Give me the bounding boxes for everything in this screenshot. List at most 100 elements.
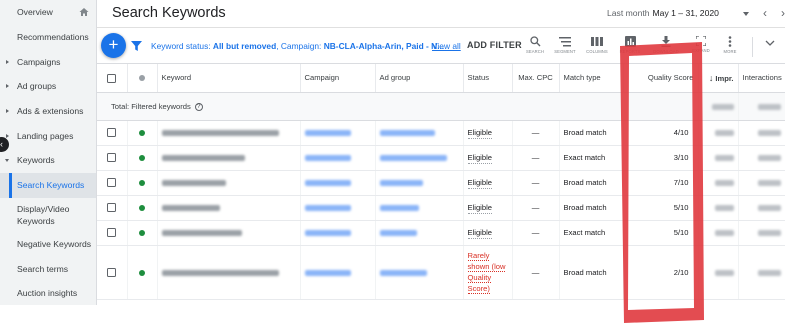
previous-period-icon[interactable]: ‹ xyxy=(763,6,767,20)
keyword-redacted[interactable] xyxy=(161,269,280,276)
column-header-ad-group[interactable]: Ad group xyxy=(375,64,464,93)
campaign-link-redacted[interactable] xyxy=(304,130,351,136)
expand-button[interactable]: EXPAND xyxy=(688,36,714,53)
row-checkbox[interactable] xyxy=(107,153,117,163)
table-row[interactable]: Eligible — Broad match 7/10 xyxy=(97,170,785,196)
row-checkbox[interactable] xyxy=(107,267,117,277)
match-type-value[interactable]: Exact match xyxy=(559,220,624,246)
table-row[interactable]: Rarely shown (low Quality Score) — Broad… xyxy=(97,245,785,300)
match-type-value[interactable]: Broad match xyxy=(559,195,624,221)
max-cpc-value[interactable]: — xyxy=(512,245,560,300)
row-checkbox[interactable] xyxy=(107,228,117,238)
status-dot-icon[interactable] xyxy=(139,75,145,82)
column-header-max-cpc[interactable]: Max. CPC xyxy=(512,64,560,93)
column-header-quality-score[interactable]: Quality Score xyxy=(623,64,699,93)
ad-group-link-redacted[interactable] xyxy=(379,130,435,136)
enabled-status-dot[interactable] xyxy=(139,155,145,161)
column-header-campaign[interactable]: Campaign xyxy=(300,64,376,93)
ad-group-link-redacted[interactable] xyxy=(379,205,419,211)
column-header-match-type[interactable]: Match type xyxy=(559,64,624,93)
match-type-value[interactable]: Broad match xyxy=(559,245,624,300)
segment-label: SEGMENT xyxy=(554,49,576,54)
search-button[interactable]: SEARCH xyxy=(522,36,548,54)
sidebar-item-display-video-keywords[interactable]: Display/Video Keywords xyxy=(0,198,96,232)
select-all-checkbox[interactable] xyxy=(107,73,117,83)
ad-group-link-redacted[interactable] xyxy=(379,180,423,186)
max-cpc-value[interactable]: — xyxy=(512,120,560,146)
ad-group-link-redacted[interactable] xyxy=(379,230,418,236)
column-header-keyword[interactable]: Keyword xyxy=(157,64,301,93)
campaign-link-redacted[interactable] xyxy=(304,155,351,161)
keyword-redacted[interactable] xyxy=(161,155,245,161)
max-cpc-value[interactable]: — xyxy=(512,145,560,171)
keyword-redacted[interactable] xyxy=(161,180,226,186)
sidebar-item-search-terms[interactable]: Search terms xyxy=(0,256,96,281)
more-button[interactable]: MORE xyxy=(717,36,743,54)
max-cpc-value[interactable]: — xyxy=(512,195,560,221)
sidebar-item-search-keywords[interactable]: Search Keywords xyxy=(0,172,96,198)
row-checkbox[interactable] xyxy=(107,203,117,213)
max-cpc-value[interactable]: — xyxy=(512,170,560,196)
sidebar-item-auction-insights[interactable]: Auction insights xyxy=(0,281,96,305)
match-type-value[interactable]: Broad match xyxy=(559,120,624,146)
sidebar-item-overview[interactable]: Overview xyxy=(0,0,96,25)
enabled-status-dot[interactable] xyxy=(139,269,145,276)
sidebar-item-keywords[interactable]: Keywords xyxy=(0,148,96,173)
table-row[interactable]: Eligible — Broad match 5/10 xyxy=(97,195,785,221)
enabled-status-dot[interactable] xyxy=(139,230,145,236)
status-value[interactable]: Eligible xyxy=(467,152,492,164)
column-header-status[interactable]: Status xyxy=(463,64,513,93)
ad-group-link-redacted[interactable] xyxy=(379,155,447,161)
max-cpc-value[interactable]: — xyxy=(512,220,560,246)
sidebar-item-ads-extensions[interactable]: Ads & extensions xyxy=(0,99,96,124)
status-value[interactable]: Eligible xyxy=(467,202,492,214)
sidebar-item-landing-pages[interactable]: Landing pages xyxy=(0,123,96,148)
sort-descending-icon: ↓ xyxy=(708,72,714,83)
status-value[interactable]: Eligible xyxy=(467,177,492,189)
table-row[interactable]: Eligible — Exact match 3/10 xyxy=(97,145,785,171)
column-header-impr[interactable]: ↓ Impr. xyxy=(698,64,739,93)
add-keyword-button[interactable]: + xyxy=(101,33,126,58)
campaign-link-redacted[interactable] xyxy=(304,180,351,186)
view-all-filters-link[interactable]: View all xyxy=(432,41,461,51)
campaign-link-redacted[interactable] xyxy=(304,205,351,211)
sidebar-item-recommendations[interactable]: Recommendations xyxy=(0,25,96,50)
ad-group-link-redacted[interactable] xyxy=(379,269,427,276)
sidebar-item-campaigns[interactable]: Campaigns xyxy=(0,49,96,74)
chevron-down-icon[interactable] xyxy=(743,12,749,16)
column-header-interactions[interactable]: Interactions xyxy=(738,64,785,93)
columns-button[interactable]: COLUMNS xyxy=(584,36,610,54)
next-period-icon[interactable]: › xyxy=(781,6,785,20)
active-filters[interactable]: Keyword status: All but removed, Campaig… xyxy=(151,41,444,51)
date-range-selector[interactable]: Last month May 1 – 31, 2020 xyxy=(607,8,719,18)
status-warning-value[interactable]: Rarely shown (low Quality Score) xyxy=(467,250,508,294)
table-row[interactable]: Eligible — Exact match 5/10 xyxy=(97,220,785,246)
chevron-down-icon[interactable] xyxy=(765,40,775,47)
impr-redacted xyxy=(714,269,734,276)
row-checkbox[interactable] xyxy=(107,128,117,138)
filter-icon[interactable] xyxy=(131,41,142,51)
add-filter-button[interactable]: ADD FILTER xyxy=(467,40,522,50)
segment-button[interactable]: SEGMENT xyxy=(552,36,578,54)
enabled-status-dot[interactable] xyxy=(139,130,145,136)
total-interactions-redacted xyxy=(757,103,781,110)
enabled-status-dot[interactable] xyxy=(139,180,145,186)
keyword-redacted[interactable] xyxy=(161,130,280,136)
reports-button[interactable]: REPORTS xyxy=(617,36,643,54)
campaign-link-redacted[interactable] xyxy=(304,230,351,236)
status-value[interactable]: Eligible xyxy=(467,227,492,239)
enabled-status-dot[interactable] xyxy=(139,205,145,211)
match-type-value[interactable]: Exact match xyxy=(559,145,624,171)
status-value[interactable]: Eligible xyxy=(467,127,492,139)
sidebar-item-ad-groups[interactable]: Ad groups xyxy=(0,74,96,99)
sidebar-item-negative-keywords[interactable]: Negative Keywords xyxy=(0,232,96,257)
download-button[interactable]: DOWNLOAD xyxy=(653,36,679,54)
keyword-redacted[interactable] xyxy=(161,230,242,236)
sidebar-item-label: Ad groups xyxy=(17,81,57,92)
row-checkbox[interactable] xyxy=(107,178,117,188)
table-row[interactable]: Eligible — Broad match 4/10 xyxy=(97,120,785,146)
campaign-link-redacted[interactable] xyxy=(304,269,351,276)
info-icon[interactable]: ? xyxy=(194,102,203,111)
match-type-value[interactable]: Broad match xyxy=(559,170,624,196)
keyword-redacted[interactable] xyxy=(161,205,221,211)
